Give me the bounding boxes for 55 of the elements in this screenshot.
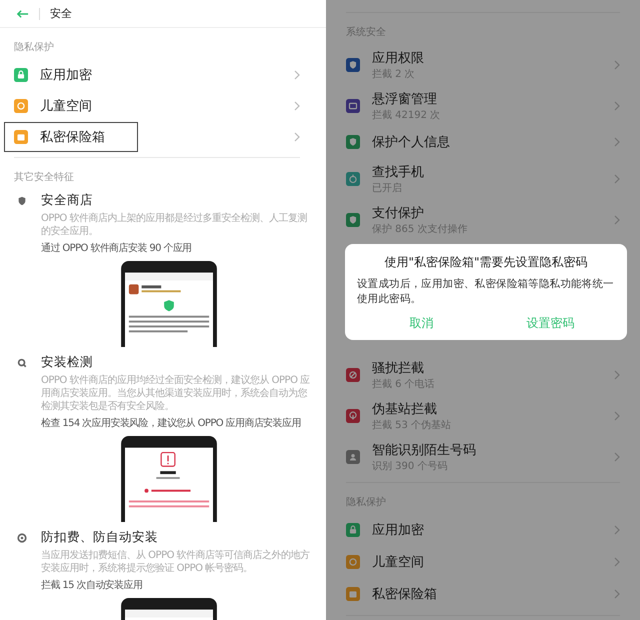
feature-title: 安装检测 [41,354,93,371]
coin-icon [17,532,27,542]
dialog-title: 使用"私密保险箱"需要先设置隐私密码 [383,254,589,271]
back-arrow-icon[interactable] [16,8,29,18]
section-label: 系统安全 [346,26,387,40]
chevron-icon [614,410,620,420]
list-item-subtitle: 拦截 6 个电话 [372,378,436,390]
list-item-label[interactable]: 智能识别陌生号码 [372,440,614,458]
list-item-label[interactable]: 骚扰拦截 [372,358,614,376]
chevron-icon [614,60,620,70]
chevron-icon [614,452,620,462]
chevron-icon [614,214,620,224]
feature-stat: 拦截 15 次自动安装应用 [41,578,144,592]
chevron-icon [294,132,300,142]
list-item-subtitle: 识别 390 个号码 [372,460,448,472]
feature-description: 当应用发送扣费短信、从 OPPO 软件商店等可信商店之外的地方安装应用时，系统将提示您验证 OPPO 帐号密码。 [41,549,311,575]
list-item-label[interactable]: 伪基站拦截 [372,400,614,418]
feature-description: OPPO 软件商店的应用均经过全面安全检测，建议您从 OPPO 应用商店安装应用。当您从其他渠道安装应用时，系统会自动为您检测其安装包是否有安全风险。 [41,374,311,413]
list-item-subtitle: 拦截 53 个伪基站 [372,418,452,432]
list-item-subtitle: 已开启 [372,182,403,194]
list-item-subtitle: 拦截 42192 次 [372,108,442,122]
chevron-icon [294,70,300,80]
chevron-icon [614,589,620,599]
chevron-icon [614,525,620,535]
chevron-icon [614,557,620,567]
chevron-icon [614,100,620,110]
list-item-label[interactable]: 查找手机 [372,162,614,180]
search-icon [17,358,27,368]
list-item-label[interactable]: 应用加密 [372,521,614,539]
list-item-label[interactable]: 儿童空间 [40,96,294,114]
feature-title: 安全商店 [41,192,93,209]
list-item-label[interactable]: 保护个人信息 [372,133,614,151]
section-label: 隐私保护 [14,40,55,55]
dialog-message: 设置成功后，应用加密、私密保险箱等隐私功能将统一使用此密码。 [357,277,615,307]
section-label: 其它安全特征 [14,170,75,185]
list-item-label[interactable]: 应用权限 [372,48,614,66]
list-item-label[interactable]: 私密保险箱 [40,128,294,146]
chevron-icon [614,370,620,380]
list-item-label[interactable]: 悬浮窗管理 [372,90,614,108]
chevron-icon [614,137,620,147]
feature-stat: 检查 154 次应用安装风险，建议您从 OPPO 应用商店安装应用 [41,416,302,430]
section-label: 隐私保护 [346,496,387,510]
feature-stat: 通过 OPPO 软件商店安装 90 个应用 [41,242,193,255]
chevron-icon [294,100,300,110]
list-item-subtitle: 保护 865 次支付操作 [372,222,468,236]
shield-icon [17,196,27,206]
list-item-label[interactable]: 私密保险箱 [372,585,614,603]
feature-description: OPPO 软件商店内上架的应用都是经过多重安全检测、人工复测的安全应用。 [41,212,308,238]
list-item-subtitle: 拦截 2 次 [372,68,416,80]
page-title: 安全 [50,6,72,21]
chevron-icon [614,174,620,184]
list-item-label[interactable]: 应用加密 [40,66,294,84]
feature-title: 防扣费、防自动安装 [41,529,158,546]
list-item-label[interactable]: 儿童空间 [372,553,614,571]
list-item-label[interactable]: 支付保护 [372,204,614,222]
